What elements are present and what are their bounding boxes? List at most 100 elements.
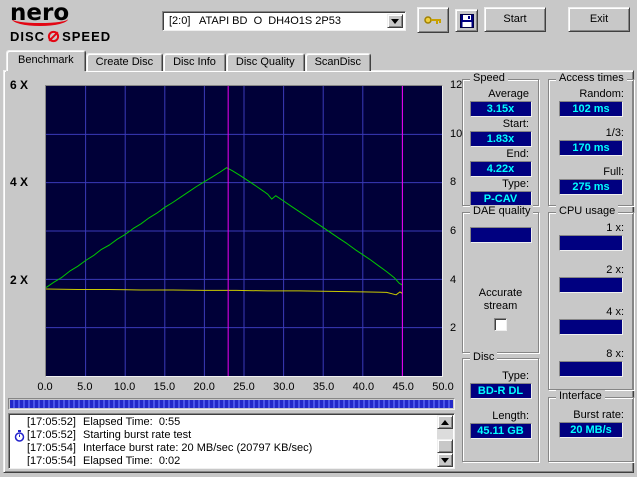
disc-panel-title: Disc [470,351,498,363]
cpu-1x-label: 1 x: [606,222,624,234]
y-right-tick-label: 10 [450,127,463,140]
interface-panel: Interface Burst rate: 20 MB/s [548,390,634,462]
exit-button[interactable]: Exit [568,7,630,32]
y-left-tick-label: 4 X [10,175,29,190]
dae-quality-value [469,227,532,243]
nero-discspeed-logo: nero DISC SPEED [10,0,140,45]
cpu-4x-label: 4 x: [606,306,624,318]
chevron-down-icon [391,18,399,28]
speed-panel: Speed Average 3.15x Start: 1.83x End: 4.… [462,72,539,207]
accurate-stream-checkbox[interactable] [494,318,507,331]
x-tick-label: 10.0 [113,381,136,393]
log-timestamp: [17:05:54] [27,455,76,466]
tab-disc-info[interactable]: Disc Info [163,53,226,71]
third-access-label: 1/3: [605,127,624,139]
x-tick-label: 30.0 [273,381,295,393]
log-row-icon-cell [11,417,27,429]
drive-select[interactable]: [2:0] ATAPI BD O DH4O1S 2P53 [162,11,406,31]
log-row-icon-cell [11,443,27,455]
x-tick-label: 15.0 [153,381,176,393]
log-timestamp: [17:05:54] [27,442,76,454]
scroll-down-button[interactable] [437,453,453,467]
disc-type-label: Type: [502,370,529,382]
x-tick-label: 25.0 [233,381,255,393]
y-right-tick-label: 6 [450,225,457,237]
random-access-value: 102 ms [559,101,623,117]
dae-quality-title: DAE quality [470,205,534,217]
end-speed-value: 4.22x [469,161,532,177]
x-tick-label: 20.0 [193,381,215,393]
scrollbar-thumb[interactable] [437,439,453,453]
log-message: Interface burst rate: 20 MB/sec (20797 K… [83,442,313,454]
tab-scandisc[interactable]: ScanDisc [304,53,372,71]
disc-type-value: BD-R DL [469,383,532,399]
log-row[interactable]: [17:05:52] Elapsed Time: 0:55 [11,416,435,429]
scroll-up-button[interactable] [437,415,453,429]
speed-type-label: Type: [502,178,529,190]
y-left-tick-label: 6 X [10,78,29,92]
log-timestamp: [17:05:52] [27,429,76,441]
log-scrollbar[interactable] [437,415,453,467]
y-right-tick-label: 2 [450,322,457,335]
save-button[interactable] [455,9,478,32]
y-right-tick-label: 8 [450,176,457,189]
tab-create-disc[interactable]: Create Disc [85,53,164,71]
benchmark-chart [45,85,443,377]
disc-slash-icon [47,30,60,43]
average-speed-value: 3.15x [469,101,532,117]
cpu-8x-value [559,361,623,377]
x-tick-label: 45.0 [392,381,414,393]
options-key-button[interactable] [417,7,449,33]
start-button[interactable]: Start [484,7,546,32]
cpu-usage-title: CPU usage [556,205,619,217]
tab-benchmark[interactable]: Benchmark [6,50,86,71]
disc-panel: Disc Type: BD-R DL Length: 45.11 GB [462,351,539,462]
disc-length-value: 45.11 GB [469,423,532,439]
start-speed-label: Start: [502,118,529,130]
y-right-tick-label: 4 [450,273,457,286]
start-speed-value: 1.83x [469,131,532,147]
app-window: nero DISC SPEED [2:0] ATAPI BD O DH4O1S … [0,0,637,477]
cpu-2x-label: 2 x: [606,264,624,276]
floppy-icon [459,13,474,28]
random-access-label: Random: [579,88,624,100]
interface-panel-title: Interface [556,390,605,402]
log-listbox[interactable]: [17:05:52] Elapsed Time: 0:55 [17:05:52] St… [8,413,455,469]
cpu-1x-value [559,235,623,251]
burst-rate-value: 20 MB/s [559,422,623,438]
tab-bar: Benchmark Create Disc Disc Info Disc Qualit… [6,50,372,71]
log-row[interactable]: [17:05:52] Starting burst rate test [11,429,435,442]
x-tick-label: 5.0 [77,381,93,393]
log-row[interactable]: [17:05:54] Interface burst rate: 20 MB/se… [11,442,435,455]
drive-select-arrow-button[interactable] [387,14,403,28]
logo-disc-text: DISC [10,29,46,44]
cpu-4x-value [559,319,623,335]
end-speed-label: End: [506,148,529,160]
x-tick-label: 50.0 [432,381,454,393]
logo-speed-text: SPEED [62,29,112,44]
read-speed-curve [46,167,403,289]
dae-quality-panel: DAE quality Accurate stream [462,205,539,353]
x-tick-label: 35.0 [312,381,335,393]
logo-brand-text: nero [10,0,70,26]
log-row-icon-cell [11,429,27,442]
average-speed-label: Average [488,88,529,100]
rotation-speed-curve [46,288,403,296]
cpu-8x-label: 8 x: [606,348,624,360]
test-start-icon [14,429,24,442]
y-right-tick-label: 12 [450,79,463,91]
disc-length-label: Length: [492,410,529,422]
x-tick-label: 40.0 [352,381,375,393]
arrow-up-icon [441,416,449,425]
log-lines: [17:05:52] Elapsed Time: 0:55 [17:05:52] St… [11,416,435,466]
speed-panel-title: Speed [470,72,508,84]
y-left-tick-label: 2 X [10,272,29,287]
drive-select-value: [2:0] ATAPI BD O DH4O1S 2P53 [169,15,341,27]
tab-disc-quality[interactable]: Disc Quality [225,53,305,71]
key-icon [424,16,441,24]
access-times-panel: Access times Random: 102 ms 1/3: 170 ms … [548,72,634,206]
x-tick-label: 0.0 [37,381,53,393]
full-access-label: Full: [603,166,624,178]
log-row[interactable]: [17:05:54] Elapsed Time: 0:02 [11,455,435,466]
access-times-title: Access times [556,72,627,84]
